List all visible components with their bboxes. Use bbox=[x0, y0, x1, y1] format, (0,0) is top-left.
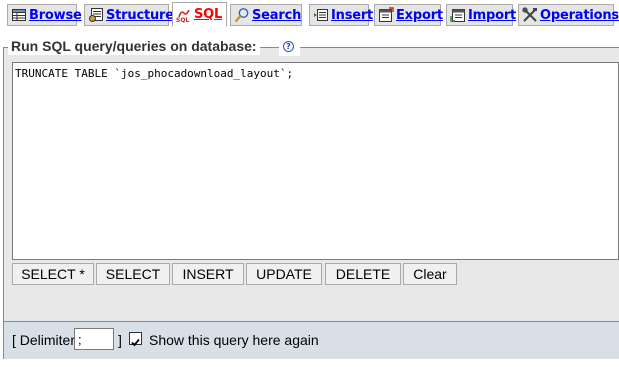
tab-insert-label: Insert bbox=[331, 7, 374, 23]
delimiter-input[interactable] bbox=[74, 328, 114, 350]
tab-operations[interactable]: Operations bbox=[518, 4, 619, 26]
select-star-button[interactable]: SELECT * bbox=[12, 263, 94, 285]
search-icon bbox=[234, 7, 250, 23]
sql-icon: SQL bbox=[176, 7, 192, 24]
show-query-checkbox[interactable] bbox=[129, 332, 142, 347]
tab-operations-label: Operations bbox=[540, 7, 619, 23]
update-button[interactable]: UPDATE bbox=[246, 263, 322, 285]
tab-structure[interactable]: Structure bbox=[84, 4, 174, 26]
tab-browse[interactable]: Browse bbox=[7, 4, 82, 26]
page-bottom-margin bbox=[0, 359, 619, 367]
query-legend: Run SQL query/queries on database: bbox=[8, 37, 260, 55]
clear-button[interactable]: Clear bbox=[403, 263, 457, 285]
tab-browse-label: Browse bbox=[29, 7, 82, 23]
checkmark-icon bbox=[131, 338, 140, 347]
svg-text:SQL: SQL bbox=[176, 17, 189, 23]
tab-export[interactable]: Export bbox=[374, 4, 443, 26]
export-icon bbox=[378, 7, 394, 23]
tab-structure-label: Structure bbox=[106, 7, 174, 23]
table-browse-icon bbox=[11, 7, 27, 23]
insert-button[interactable]: INSERT bbox=[172, 263, 244, 285]
delimiter-close-bracket: ] bbox=[118, 332, 122, 348]
tab-import-label: Import bbox=[468, 7, 517, 23]
insert-icon bbox=[313, 7, 329, 23]
operations-icon bbox=[522, 7, 538, 23]
show-query-label: Show this query here again bbox=[149, 332, 319, 348]
tab-import[interactable]: Import bbox=[446, 4, 517, 26]
structure-icon bbox=[88, 7, 104, 23]
tab-export-label: Export bbox=[396, 7, 443, 23]
delete-button[interactable]: DELETE bbox=[325, 263, 401, 285]
tab-search[interactable]: Search bbox=[230, 4, 302, 26]
tab-insert[interactable]: Insert bbox=[309, 4, 373, 26]
select-button[interactable]: SELECT bbox=[96, 263, 170, 285]
tab-bar: Browse Structure SQL SQL Search Insert E… bbox=[0, 0, 619, 29]
import-icon bbox=[450, 7, 466, 23]
help-icon[interactable]: ? bbox=[283, 41, 294, 52]
tab-sql-label: SQL bbox=[194, 7, 223, 22]
tab-sql[interactable]: SQL SQL bbox=[172, 2, 227, 27]
delimiter-label: [ Delimiter bbox=[12, 332, 76, 348]
tab-search-label: Search bbox=[252, 7, 302, 23]
sql-query-textarea[interactable]: TRUNCATE TABLE `jos_phocadownload_layout… bbox=[12, 62, 619, 260]
